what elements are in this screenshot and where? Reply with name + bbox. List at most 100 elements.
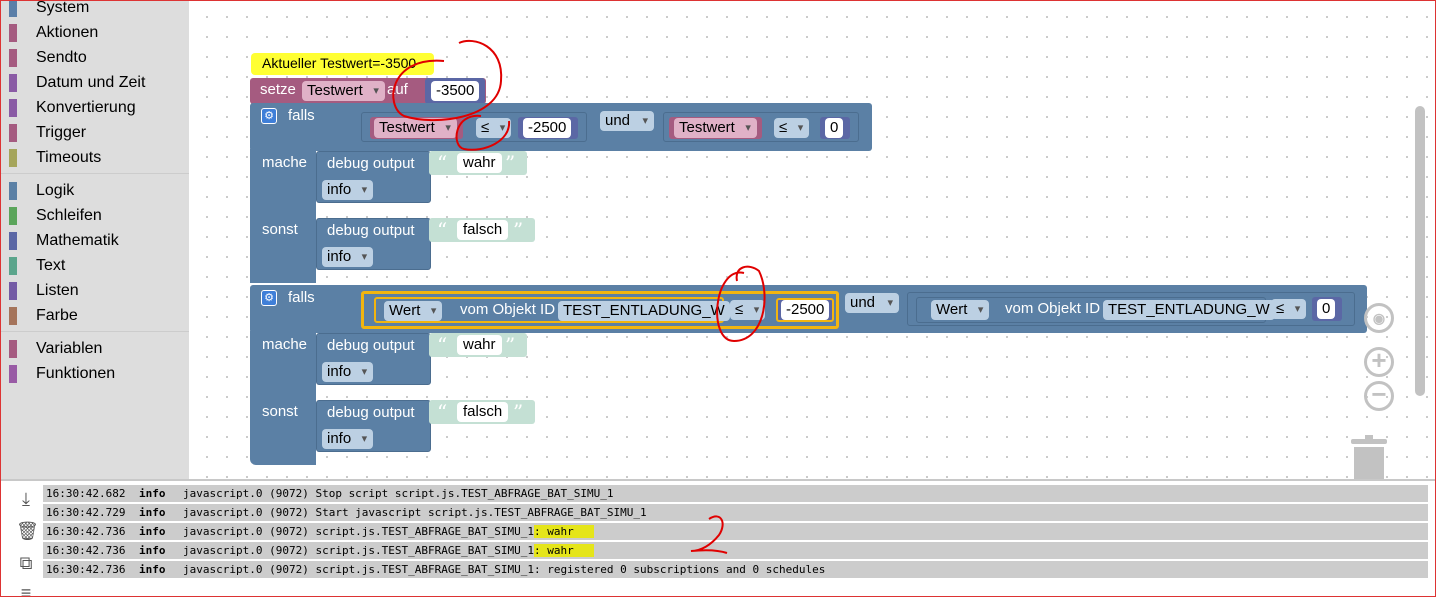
text-value[interactable]: wahr (457, 153, 502, 173)
log-level: info (139, 544, 166, 557)
attribute-dropdown[interactable]: Wert (384, 301, 443, 321)
set-variable-block[interactable]: setze Testwert auf -3500 (250, 78, 486, 104)
log-row: 16:30:42.729 info javascript.0 (9072) Star… (43, 504, 1428, 521)
trash-icon[interactable] (1351, 435, 1387, 479)
compare-value-field[interactable]: 0 (825, 118, 844, 138)
zoom-out-icon[interactable]: − (1364, 381, 1394, 411)
mutator-gear-icon[interactable]: ⚙ (261, 290, 277, 306)
do-label: mache (262, 154, 308, 171)
text-block[interactable]: “ wahr ” (429, 333, 527, 357)
compare-value-field[interactable]: 0 (1317, 299, 1336, 319)
and-operator-dropdown[interactable]: und ▾ (845, 293, 900, 313)
operator-dropdown[interactable]: ≤ (774, 118, 810, 138)
log-message: javascript.0 (9072) Stop script script.j… (183, 485, 613, 502)
text-block[interactable]: “ falsch ” (429, 218, 535, 242)
workspace-scrollbar[interactable] (1415, 106, 1425, 396)
toolbox-category-system[interactable]: System (1, 1, 189, 24)
text-block[interactable]: “ falsch ” (429, 400, 535, 424)
zoom-in-icon[interactable]: + (1364, 347, 1394, 377)
delete-icon[interactable]: 🗑 (16, 521, 39, 541)
center-icon[interactable]: ◉ (1364, 303, 1394, 333)
log-level: info (139, 487, 166, 500)
category-color-swatch (9, 365, 17, 383)
toolbox-category-funktionen[interactable]: Funktionen (1, 365, 189, 390)
toolbox-category-datum-und-zeit[interactable]: Datum und Zeit (1, 74, 189, 99)
log-level: info (139, 563, 166, 576)
category-label: Aktionen (36, 24, 99, 41)
toolbox-category-schleifen[interactable]: Schleifen (1, 207, 189, 232)
operator-dropdown[interactable]: ≤ (1271, 299, 1307, 319)
object-id-field[interactable]: TEST_ENTLADUNG_W (558, 301, 730, 321)
variable-dropdown[interactable]: Testwert (374, 118, 457, 138)
toolbox-category-logik[interactable]: Logik (1, 182, 189, 207)
debug-output-block[interactable]: debug output info (316, 333, 431, 385)
category-label: Mathematik (36, 232, 119, 249)
log-row: 16:30:42.736 info javascript.0 (9072) scri… (43, 523, 1428, 540)
object-id-field[interactable]: TEST_ENTLADUNG_W (1103, 300, 1275, 320)
get-state-block[interactable]: Wert vom Objekt ID TEST_ENTLADUNG_W (374, 297, 730, 323)
selected-compare-block[interactable]: Wert vom Objekt ID TEST_ENTLADUNG_W ≤ -2… (361, 291, 839, 329)
toolbox-category-listen[interactable]: Listen (1, 282, 189, 307)
scroll-down-icon[interactable]: ⤓ (16, 489, 36, 509)
mutator-gear-icon[interactable]: ⚙ (261, 108, 277, 124)
else-label: sonst (262, 221, 298, 238)
compare-value-field[interactable]: -2500 (523, 118, 572, 138)
set-keyword: setze (260, 81, 296, 98)
set-value-field[interactable]: -3500 (431, 81, 480, 101)
blockly-workspace[interactable]: Aktueller Testwert=-3500 setze Testwert … (189, 1, 1429, 479)
log-message: javascript.0 (9072) script.js.TEST_ABFRA… (183, 561, 825, 578)
log-level-dropdown[interactable]: info (322, 247, 374, 267)
toolbox-category-text[interactable]: Text (1, 257, 189, 282)
log-level-dropdown[interactable]: info (322, 429, 374, 449)
compare-block-2[interactable]: Testwert ≤ 0 (663, 112, 859, 142)
comment-block[interactable]: Aktueller Testwert=-3500 (251, 53, 434, 75)
text-block[interactable]: “ wahr ” (429, 151, 527, 175)
variable-dropdown[interactable]: Testwert (674, 118, 757, 138)
toolbox-category-aktionen[interactable]: Aktionen (1, 24, 189, 49)
toolbox-category-konvertierung[interactable]: Konvertierung (1, 99, 189, 124)
compare-block-2[interactable]: Wert vom Objekt ID TEST_ENTLADUNG_W ≤ 0 (907, 292, 1355, 326)
debug-output-block[interactable]: debug output info (316, 400, 431, 452)
category-label: Schleifen (36, 207, 102, 224)
category-label: Sendto (36, 49, 87, 66)
debug-output-block[interactable]: debug output info (316, 151, 431, 203)
blockly-toolbox: System Aktionen Sendto Datum und Zeit Konver… (1, 1, 189, 479)
text-value[interactable]: falsch (457, 402, 509, 422)
category-color-swatch (9, 207, 17, 225)
toolbox-category-trigger[interactable]: Trigger (1, 124, 189, 149)
category-color-swatch (9, 124, 17, 142)
toolbox-category-sendto[interactable]: Sendto (1, 49, 189, 74)
toolbox-category-mathematik[interactable]: Mathematik (1, 232, 189, 257)
variable-dropdown[interactable]: Testwert (302, 81, 385, 101)
attribute-dropdown[interactable]: Wert (931, 300, 990, 320)
category-color-swatch (9, 182, 17, 200)
copy-icon[interactable]: ⧉ (16, 553, 36, 573)
log-level-dropdown[interactable]: info (322, 180, 374, 200)
and-operator-dropdown[interactable]: und ▾ (600, 111, 655, 131)
log-level-dropdown[interactable]: info (322, 362, 374, 382)
operator-dropdown[interactable]: ≤ (476, 118, 512, 138)
object-id-label: vom Objekt ID (1005, 300, 1101, 317)
log-row: 16:30:42.736 info javascript.0 (9072) scri… (43, 542, 1428, 559)
log-message: javascript.0 (9072) script.js.TEST_ABFRA… (183, 542, 594, 559)
toolbox-category-timeouts[interactable]: Timeouts (1, 149, 189, 174)
debug-output-block[interactable]: debug output info (316, 218, 431, 270)
comment-text: Aktueller Testwert=-3500 (262, 55, 417, 71)
text-value[interactable]: wahr (457, 335, 502, 355)
operator-dropdown[interactable]: ≤ (730, 300, 766, 320)
log-row: 16:30:42.736 info javascript.0 (9072) scri… (43, 561, 1428, 578)
toolbox-category-farbe[interactable]: Farbe (1, 307, 189, 332)
log-message-text: javascript.0 (9072) script.js.TEST_ABFRA… (183, 563, 826, 576)
log-row: 16:30:42.682 info javascript.0 (9072) Stop… (43, 485, 1428, 502)
category-label: Datum und Zeit (36, 74, 146, 91)
compare-block-1[interactable]: Testwert ≤ -2500 (361, 112, 587, 142)
text-value[interactable]: falsch (457, 220, 509, 240)
toolbox-category-variablen[interactable]: Variablen (1, 340, 189, 365)
log-message-text: javascript.0 (9072) Start javascript scr… (183, 506, 647, 519)
if-label: falls (288, 107, 315, 124)
list-icon[interactable]: ≡ (16, 583, 36, 596)
compare-value-field[interactable]: -2500 (781, 300, 830, 320)
category-color-swatch (9, 282, 17, 300)
category-label: Listen (36, 282, 79, 299)
get-state-block[interactable]: Wert vom Objekt ID TEST_ENTLADUNG_W (916, 297, 1275, 323)
